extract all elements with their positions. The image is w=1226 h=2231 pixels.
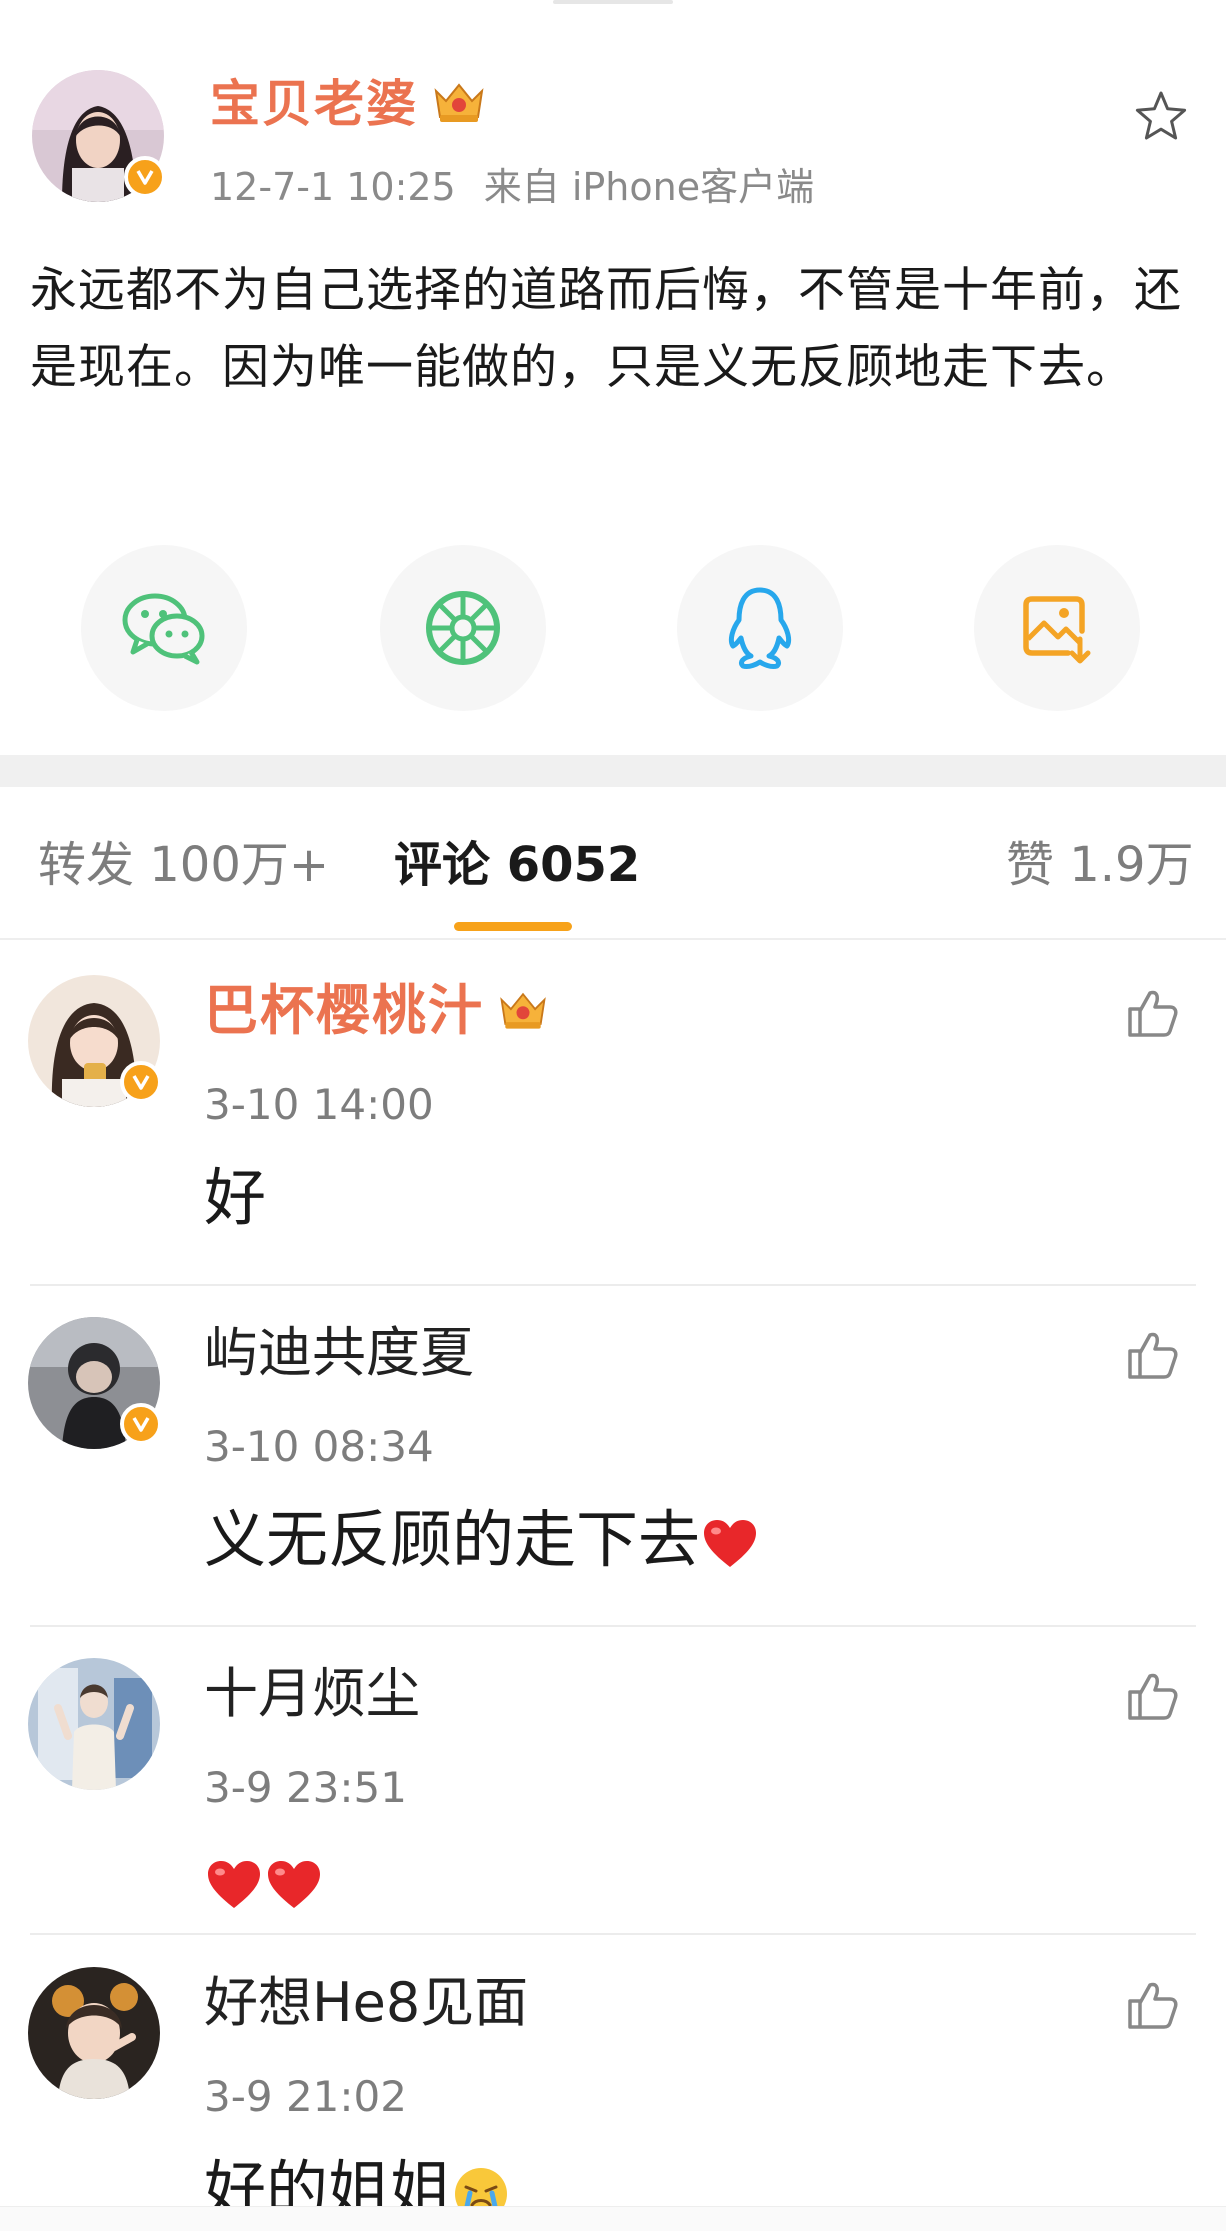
- comment-time: 3-10 08:34: [204, 1422, 434, 1471]
- comment-text: [204, 1838, 324, 1924]
- verified-badge-icon: [124, 156, 166, 198]
- tab-comments[interactable]: 评论 6052: [394, 830, 640, 900]
- qq-icon: [728, 587, 792, 669]
- share-wechat-button[interactable]: [81, 545, 247, 711]
- tab-likes[interactable]: 赞 1.9万: [1006, 830, 1194, 900]
- comment-time: 3-10 14:00: [204, 1080, 434, 1129]
- avatar: [28, 1658, 160, 1790]
- active-tab-indicator: [454, 922, 572, 931]
- like-thumb-icon[interactable]: [1124, 985, 1180, 1041]
- like-thumb-icon[interactable]: [1124, 1668, 1180, 1724]
- like-thumb-icon[interactable]: [1124, 1327, 1180, 1383]
- favorite-star-icon[interactable]: [1132, 88, 1190, 146]
- verified-badge-icon: [120, 1403, 162, 1445]
- save-image-button[interactable]: [974, 545, 1140, 711]
- avatar: [28, 1967, 160, 2099]
- post-date: 12-7-1 10:25: [210, 165, 456, 209]
- share-moments-button[interactable]: [380, 545, 546, 711]
- share-qq-button[interactable]: [677, 545, 843, 711]
- vip-crown-icon: [496, 976, 550, 1052]
- tabs-divider: [0, 938, 1226, 940]
- post-text: 永远都不为自己选择的道路而后悔，不管是十年前，还是现在。因为唯一能做的，只是义无…: [30, 263, 1182, 395]
- comment-author-name[interactable]: 巴杯樱桃汁: [204, 973, 550, 1052]
- vip-crown-icon: [430, 76, 488, 140]
- comment-author-name[interactable]: 十月烦尘: [204, 1656, 420, 1732]
- heart-emoji-icon: [208, 1860, 260, 1908]
- tab-repost[interactable]: 转发 100万+: [38, 830, 329, 900]
- comment-text: 义无反顾的走下去: [204, 1497, 760, 1583]
- save-image-icon: [1023, 596, 1091, 664]
- comment-author-avatar[interactable]: [28, 975, 162, 1107]
- comment-divider: [30, 1625, 1196, 1627]
- comment-author-avatar[interactable]: [28, 1317, 162, 1449]
- comment-time: 3-9 23:51: [204, 1763, 407, 1812]
- post-meta: 12-7-1 10:25 来自 iPhone客户端: [210, 162, 814, 212]
- comment-divider: [30, 1933, 1196, 1935]
- comment-author-avatar[interactable]: [28, 1967, 160, 2099]
- comment-author-name[interactable]: 屿迪共度夏: [204, 1315, 474, 1391]
- post-source: 来自 iPhone客户端: [483, 165, 815, 209]
- verified-badge-icon: [120, 1061, 162, 1103]
- section-divider: [0, 755, 1226, 787]
- like-thumb-icon[interactable]: [1124, 1977, 1180, 2033]
- post-author-avatar[interactable]: [32, 70, 166, 202]
- wechat-icon: [122, 593, 205, 665]
- heart-emoji-icon: [268, 1860, 320, 1908]
- bottom-edge: [0, 2206, 1226, 2231]
- sheet-handle: [553, 0, 673, 4]
- comment-author-name[interactable]: 好想He8见面: [204, 1965, 528, 2041]
- comment-text: 好: [204, 1161, 267, 1234]
- comment-time: 3-9 21:02: [204, 2072, 407, 2121]
- post-author-name[interactable]: 宝贝老婆: [210, 72, 488, 140]
- comment-author-avatar[interactable]: [28, 1658, 160, 1790]
- heart-emoji-icon: [704, 1519, 757, 1567]
- moments-icon: [426, 591, 500, 665]
- comment-divider: [30, 1284, 1196, 1286]
